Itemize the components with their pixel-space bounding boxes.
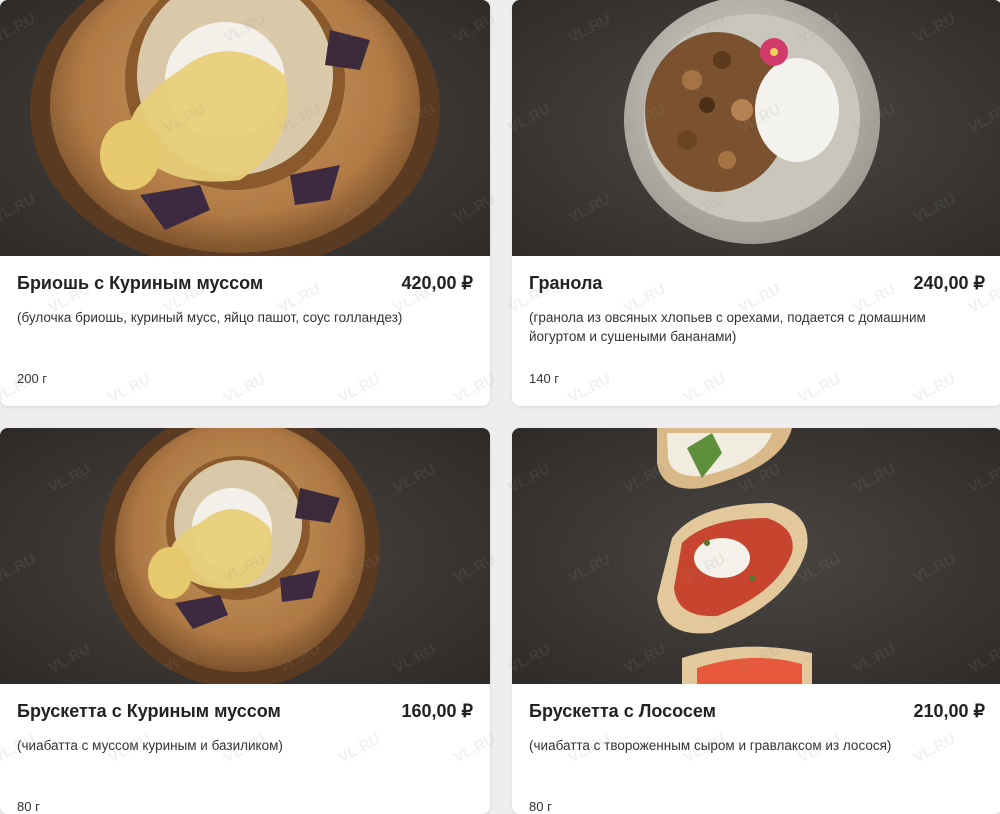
dish-weight: 80 г — [529, 799, 552, 814]
dish-photo[interactable] — [0, 428, 490, 684]
bruschetta-salmon-image — [512, 428, 1000, 684]
dish-description: (гранола из овсяных хлопьев с орехами, п… — [529, 310, 926, 344]
card-info: Брускетта с Лососем 210,00 ₽ (чиабатта с… — [512, 684, 1000, 814]
dish-description: (чиабатта с твороженным сыром и гравлакс… — [529, 738, 892, 753]
dish-name[interactable]: Брускетта с Лососем — [529, 700, 716, 722]
dish-weight: 140 г — [529, 371, 560, 386]
dish-description: (чиабатта с муссом куриным и базиликом) — [17, 738, 283, 753]
dish-price: 210,00 ₽ — [913, 701, 985, 721]
title-row: Гранола 240,00 ₽ — [529, 272, 985, 296]
dish-price: 160,00 ₽ — [401, 701, 473, 721]
menu-card[interactable]: Гранола 240,00 ₽ (гранола из овсяных хло… — [512, 0, 1000, 406]
granola-image — [512, 0, 1000, 256]
dish-price: 240,00 ₽ — [913, 273, 985, 293]
dish-name[interactable]: Брускетта с Куриным муссом — [17, 700, 281, 722]
menu-card[interactable]: Брускетта с Куриным муссом 160,00 ₽ (чиа… — [0, 428, 490, 814]
menu-card[interactable]: Бриошь с Куриным муссом 420,00 ₽ (булочк… — [0, 0, 490, 406]
brioche-image — [0, 0, 490, 256]
dish-weight: 200 г — [17, 371, 48, 386]
dish-photo[interactable] — [512, 428, 1000, 684]
title-row: Брускетта с Куриным муссом 160,00 ₽ — [17, 700, 473, 724]
dish-price: 420,00 ₽ — [401, 273, 473, 293]
bruschetta-chicken-image — [0, 428, 490, 684]
dish-weight: 80 г — [17, 799, 40, 814]
menu-card[interactable]: Брускетта с Лососем 210,00 ₽ (чиабатта с… — [512, 428, 1000, 814]
card-info: Бриошь с Куриным муссом 420,00 ₽ (булочк… — [0, 256, 490, 406]
title-row: Брускетта с Лососем 210,00 ₽ — [529, 700, 985, 724]
dish-name[interactable]: Гранола — [529, 272, 602, 294]
card-info: Гранола 240,00 ₽ (гранола из овсяных хло… — [512, 256, 1000, 406]
dish-photo[interactable] — [512, 0, 1000, 256]
title-row: Бриошь с Куриным муссом 420,00 ₽ — [17, 272, 473, 296]
dish-name[interactable]: Бриошь с Куриным муссом — [17, 272, 263, 294]
card-info: Брускетта с Куриным муссом 160,00 ₽ (чиа… — [0, 684, 490, 814]
dish-photo[interactable] — [0, 0, 490, 256]
dish-description: (булочка бриошь, куриный мусс, яйцо пашо… — [17, 310, 403, 325]
menu-grid: Бриошь с Куриным муссом 420,00 ₽ (булочк… — [0, 0, 1000, 814]
